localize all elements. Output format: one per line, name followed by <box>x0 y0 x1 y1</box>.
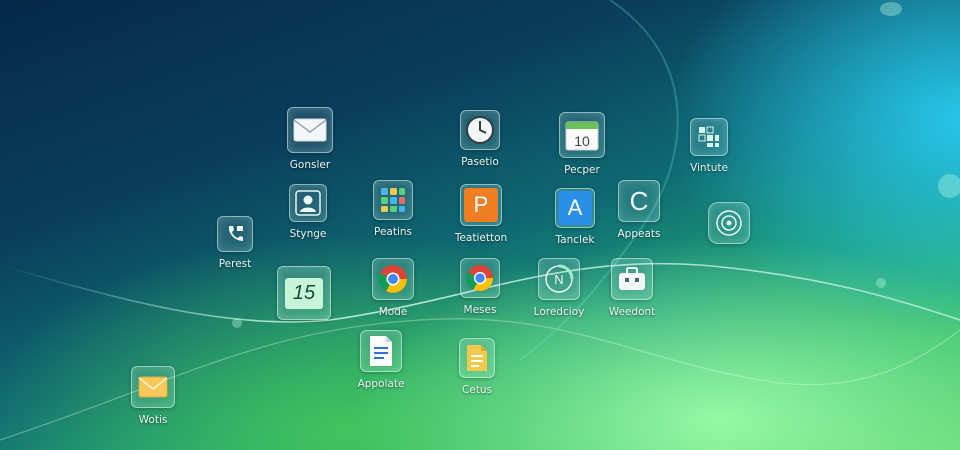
p-letter-glyph: P <box>464 188 498 222</box>
app-pasetio[interactable]: Pasetio <box>435 110 525 168</box>
app-label: Meses <box>463 304 497 316</box>
desktop-icons: Gonsler Pasetio 10 Pecper Vintute Perest… <box>0 0 960 450</box>
app-pecper[interactable]: 10 Pecper <box>537 112 627 176</box>
app-appeats[interactable]: C Appeats <box>594 180 684 240</box>
app-appolate[interactable]: Appolate <box>336 330 426 390</box>
docs-icon <box>360 330 402 372</box>
app-label: Appeats <box>617 228 661 240</box>
chrome-icon <box>372 258 414 300</box>
grid-app-icon <box>690 118 728 156</box>
p-letter-icon: P <box>460 184 502 226</box>
app-wotis[interactable]: Wotis <box>108 366 198 426</box>
app-label: Teatietton <box>454 232 508 244</box>
app-weedont[interactable]: Weedont <box>587 258 677 318</box>
app-label: Pecper <box>564 164 600 176</box>
refresh-glyph: C <box>629 185 649 216</box>
app-label: Cetus <box>461 384 493 396</box>
phone-icon <box>217 216 253 252</box>
clock-icon <box>460 110 500 150</box>
app-label: Peatins <box>373 226 412 238</box>
app-label: Weedont <box>608 306 656 318</box>
app-label: Vintute <box>690 162 728 174</box>
chart-circle-glyph: N <box>554 272 563 287</box>
notes-icon <box>459 338 495 378</box>
toolbox-icon <box>611 258 653 300</box>
calendar-day: 10 <box>574 133 590 149</box>
contacts-icon <box>289 184 327 222</box>
app-label: Appolate <box>357 378 405 390</box>
app-label: Tanclek <box>555 234 595 246</box>
refresh-icon: C <box>618 180 660 222</box>
app-settings-circle[interactable] <box>684 202 774 244</box>
calendar-folder-day: 15 <box>284 277 324 309</box>
chart-circle-icon: N <box>538 258 580 300</box>
app-label: Pasetio <box>461 156 499 168</box>
app-teatietton[interactable]: P Teatietton <box>436 184 526 244</box>
settings-circle-icon <box>708 202 750 244</box>
app-gonsler[interactable]: Gonsler <box>265 107 355 171</box>
app-mode[interactable]: Mode <box>348 258 438 318</box>
app-meses[interactable]: Meses <box>435 258 525 316</box>
app-label: Perest <box>218 258 252 270</box>
app-cetus[interactable]: Cetus <box>432 338 522 396</box>
app-stynge[interactable]: Stynge <box>263 184 353 240</box>
envelope-yellow-icon <box>131 366 175 408</box>
a-letter-glyph: A <box>558 191 592 225</box>
mail-icon <box>287 107 333 153</box>
app-label: Wotis <box>138 414 168 426</box>
a-letter-icon: A <box>555 188 595 228</box>
apps-grid-icon <box>373 180 413 220</box>
calendar-icon: 10 <box>559 112 605 158</box>
app-label: Stynge <box>289 228 327 240</box>
app-label: Mode <box>378 306 408 318</box>
calendar-folder-icon: 15 <box>277 266 331 320</box>
chrome-icon <box>460 258 500 298</box>
app-calendar-folder[interactable]: 15 <box>259 266 349 320</box>
app-label: Loredcioy <box>533 306 585 318</box>
app-peatins[interactable]: Peatins <box>348 180 438 238</box>
app-label: Gonsler <box>289 159 331 171</box>
app-vintute[interactable]: Vintute <box>664 118 754 174</box>
